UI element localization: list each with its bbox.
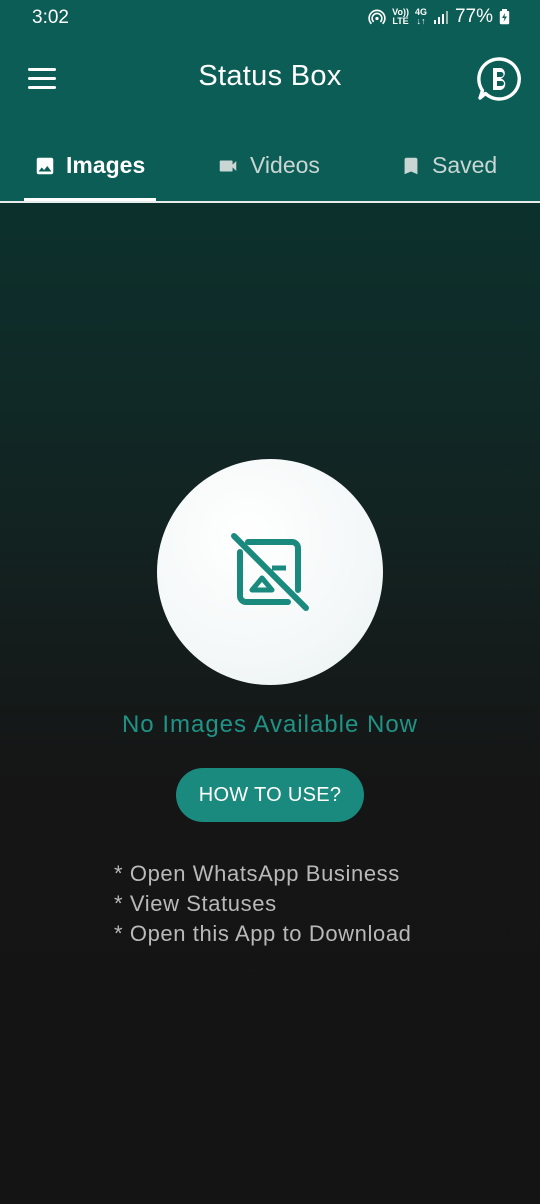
status-time: 3:02 bbox=[32, 7, 69, 28]
status-bar: 3:02 Vo)) LTE 4G ↓↑ 77% bbox=[0, 0, 540, 36]
tab-saved-label: Saved bbox=[432, 152, 498, 178]
volte-bottom-text: LTE bbox=[392, 16, 409, 26]
signal-icon bbox=[433, 11, 448, 24]
volte-indicator: Vo)) LTE bbox=[392, 8, 409, 26]
tab-saved[interactable]: Saved bbox=[400, 132, 497, 202]
image-icon bbox=[36, 157, 54, 175]
app-bar: Status Box bbox=[0, 40, 540, 116]
video-camera-icon bbox=[219, 160, 237, 172]
app-header: 3:02 Vo)) LTE 4G ↓↑ 77% Status Box Image… bbox=[0, 0, 540, 203]
instruction-step: * Open this App to Download bbox=[114, 921, 412, 946]
bookmark-icon bbox=[404, 157, 418, 175]
instructions-list: * Open WhatsApp Business * View Statuses… bbox=[114, 859, 412, 949]
images-content: No Images Available Now HOW TO USE? * Op… bbox=[0, 203, 540, 1204]
battery-charging-icon bbox=[499, 9, 510, 25]
how-to-use-button[interactable]: HOW TO USE? bbox=[176, 768, 364, 822]
tab-images-label: Images bbox=[66, 152, 146, 178]
hotspot-icon bbox=[368, 9, 386, 25]
whatsapp-business-icon[interactable] bbox=[476, 56, 522, 102]
tab-videos-label: Videos bbox=[250, 152, 320, 178]
tab-videos[interactable]: Videos bbox=[216, 132, 320, 202]
empty-state-circle bbox=[157, 459, 383, 685]
data-arrows-text: ↓↑ bbox=[416, 16, 426, 26]
status-icons: Vo)) LTE 4G ↓↑ 77% bbox=[368, 6, 510, 28]
battery-percent: 77% bbox=[454, 6, 493, 27]
network-indicator: 4G ↓↑ bbox=[415, 8, 427, 26]
instruction-step: * View Statuses bbox=[114, 891, 277, 916]
image-off-icon bbox=[231, 533, 309, 611]
app-title: Status Box bbox=[198, 60, 342, 92]
tab-bar: Images Videos Saved bbox=[0, 132, 540, 202]
tab-images[interactable]: Images bbox=[34, 132, 145, 202]
empty-state-message: No Images Available Now bbox=[121, 711, 419, 738]
instruction-step: * Open WhatsApp Business bbox=[114, 861, 400, 886]
